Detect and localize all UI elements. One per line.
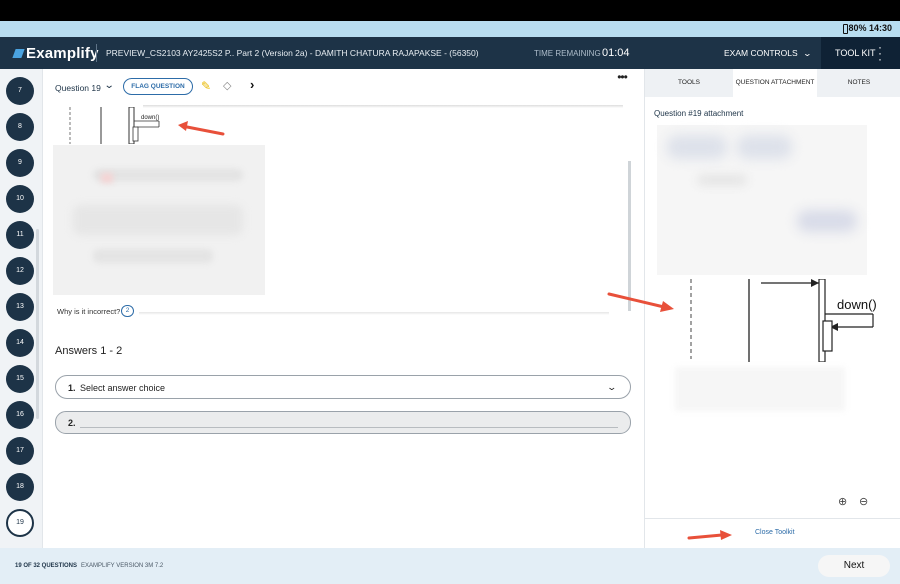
section-divider — [139, 312, 609, 315]
why-incorrect-label: Why is it incorrect? — [57, 307, 121, 316]
blurred-attachment-content — [657, 125, 867, 275]
answer-number: 2. — [68, 418, 76, 428]
tab-question-attachment[interactable]: QUESTION ATTACHMENT — [733, 69, 817, 97]
clock: 14:30 — [868, 23, 892, 33]
question-pane: Question 19 ⌄ FLAG QUESTION ✎ ◇ › ••• do… — [43, 69, 644, 548]
blurred-block — [697, 175, 747, 185]
zoom-in-icon[interactable]: ⊕ — [838, 495, 847, 508]
status-text: 80% 14:30 — [848, 23, 892, 33]
question-nav-15[interactable]: 15 — [6, 365, 34, 393]
question-navigator: 7 8 9 10 11 12 13 14 15 16 17 18 19 — [0, 69, 43, 548]
tab-tools[interactable]: TOOLS — [645, 69, 733, 97]
toolkit-button[interactable]: TOOL KIT · · · — [821, 37, 900, 69]
blurred-block — [93, 249, 213, 263]
question-label: Question 19 — [55, 83, 101, 93]
answers-title: Answers 1 - 2 — [55, 345, 123, 357]
diagram-down-label: down() — [837, 297, 877, 312]
panel-footer: Close Toolkit — [645, 518, 900, 548]
question-nav-9[interactable]: 9 — [6, 149, 34, 177]
answer-input-line — [80, 427, 618, 428]
attachment-sequence-diagram: down() — [690, 279, 877, 362]
time-remaining-value: 01:04 — [602, 47, 630, 59]
toolkit-label: TOOL KIT — [835, 48, 876, 58]
attachment-title: Question #19 attachment — [654, 109, 744, 118]
answer-select-placeholder: Select answer choice — [80, 383, 166, 393]
question-nav-19-current[interactable]: 19 — [6, 509, 34, 537]
sequence-diagram-snippet: down() — [69, 107, 160, 144]
red-arrow-annotation — [607, 292, 674, 312]
blurred-attachment-content — [675, 367, 845, 411]
chevron-down-icon: ⌄ — [802, 49, 812, 58]
sidebar-scrollbar[interactable] — [36, 229, 39, 419]
chevron-down-icon: ⌄ — [606, 382, 618, 392]
question-dropdown-chevron-icon[interactable]: ⌄ — [104, 80, 115, 91]
content-scrollbar[interactable] — [628, 161, 631, 311]
highlighter-icon[interactable]: ✎ — [201, 79, 211, 93]
snippet-down-label: down() — [141, 115, 159, 121]
toolkit-panel: TOOLS QUESTION ATTACHMENT NOTES Question… — [644, 69, 900, 548]
blurred-block — [737, 135, 792, 159]
more-options-icon[interactable]: ••• — [612, 71, 632, 87]
question-nav-12[interactable]: 12 — [6, 257, 34, 285]
blurred-block — [101, 173, 113, 183]
system-status-bar: 80% 14:30 — [0, 21, 900, 37]
blurred-block — [797, 210, 857, 232]
kebab-menu-icon: · · · — [878, 40, 882, 66]
app-version: EXAMPLIFY VERSION 3M 7.2 — [81, 563, 164, 569]
logo-text: Examplify — [26, 45, 99, 62]
section-divider — [143, 105, 623, 108]
answer-1-select[interactable]: 1. Select answer choice ⌄ — [55, 375, 631, 399]
exam-title: PREVIEW_CS2103 AY2425S2 P.. Part 2 (Vers… — [106, 48, 479, 58]
question-nav-16[interactable]: 16 — [6, 401, 34, 429]
answer-2-field[interactable]: 2. — [55, 411, 631, 434]
blurred-block — [667, 135, 727, 159]
tab-notes[interactable]: NOTES — [817, 69, 900, 97]
battery-level: 80% — [848, 23, 867, 33]
blurred-block — [73, 205, 243, 235]
eraser-icon[interactable]: ◇ — [223, 79, 231, 92]
question-nav-10[interactable]: 10 — [6, 185, 34, 213]
app-header: Examplify PREVIEW_CS2103 AY2425S2 P.. Pa… — [0, 37, 900, 69]
question-count: 19 OF 32 QUESTIONS — [15, 563, 78, 569]
red-arrow-annotation — [178, 121, 225, 136]
time-remaining-label: TIME REMAINING — [534, 49, 601, 58]
header-divider — [96, 44, 97, 62]
question-nav-13[interactable]: 13 — [6, 293, 34, 321]
app-footer: 19 OF 32 QUESTIONS EXAMPLIFY VERSION 3M … — [0, 548, 900, 584]
top-black-bar — [0, 0, 900, 21]
answer-number: 1. — [68, 383, 76, 393]
blurred-block — [93, 169, 243, 181]
next-question-arrow-icon[interactable]: › — [250, 77, 254, 92]
question-nav-17[interactable]: 17 — [6, 437, 34, 465]
zoom-out-icon[interactable]: ⊖ — [859, 495, 868, 508]
why-incorrect-badge: 2 — [121, 305, 134, 317]
battery-icon — [843, 24, 848, 34]
toolkit-tabs: TOOLS QUESTION ATTACHMENT NOTES — [645, 69, 900, 97]
close-toolkit-link[interactable]: Close Toolkit — [755, 529, 795, 536]
question-nav-8[interactable]: 8 — [6, 113, 34, 141]
question-nav-18[interactable]: 18 — [6, 473, 34, 501]
logo-mark-icon — [12, 49, 25, 58]
question-nav-11[interactable]: 11 — [6, 221, 34, 249]
question-nav-7[interactable]: 7 — [6, 77, 34, 105]
flag-question-button[interactable]: FLAG QUESTION — [123, 78, 193, 95]
next-button[interactable]: Next — [818, 555, 890, 577]
exam-controls-label: EXAM CONTROLS — [724, 48, 798, 58]
examplify-logo: Examplify — [12, 45, 99, 62]
exam-controls-button[interactable]: EXAM CONTROLS ⌄ — [724, 48, 812, 58]
blurred-question-content — [53, 145, 265, 295]
red-arrow-annotation — [687, 530, 732, 540]
question-nav-14[interactable]: 14 — [6, 329, 34, 357]
